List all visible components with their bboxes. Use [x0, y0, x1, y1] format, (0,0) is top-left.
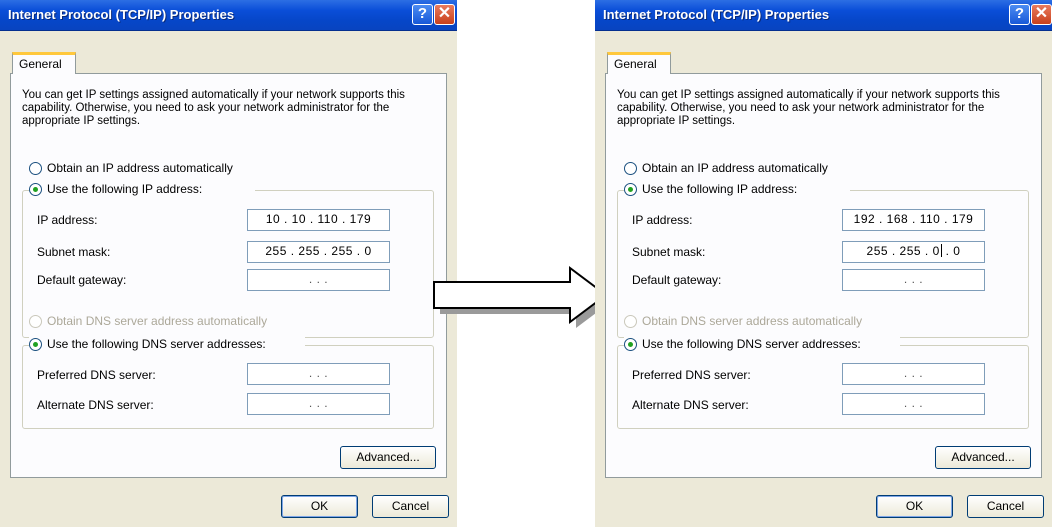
help-icon[interactable]: ?: [1009, 4, 1030, 25]
use-following-ip-label: Use the following IP address:: [642, 182, 798, 196]
use-following-ip-radio[interactable]: Use the following IP address:: [29, 182, 255, 198]
advanced-button[interactable]: Advanced...: [935, 446, 1031, 469]
radio-checked-icon: [29, 183, 42, 196]
use-following-dns-label: Use the following DNS server addresses:: [642, 337, 861, 351]
alternate-dns-label: Alternate DNS server:: [632, 398, 749, 412]
close-icon[interactable]: ✕: [1031, 4, 1052, 25]
subnet-mask-field[interactable]: 255 . 255 . 255 . 0: [247, 241, 390, 263]
tab-label: General: [19, 57, 62, 71]
title-bar[interactable]: Internet Protocol (TCP/IP) Properties ? …: [0, 0, 457, 31]
radio-unchecked-icon: [624, 162, 637, 175]
dialog-title: Internet Protocol (TCP/IP) Properties: [603, 7, 830, 22]
dns-group: [22, 345, 434, 429]
ip-address-field[interactable]: 10 . 10 . 110 . 179: [247, 209, 390, 231]
tab-general[interactable]: General: [12, 52, 76, 74]
alternate-dns-field[interactable]: . . .: [247, 393, 390, 415]
description-text: You can get IP settings assigned automat…: [617, 89, 1000, 127]
radio-unchecked-icon: [29, 162, 42, 175]
subnet-mask-label: Subnet mask:: [632, 245, 706, 259]
obtain-dns-auto-label: Obtain DNS server address automatically: [642, 314, 863, 328]
use-following-ip-label: Use the following IP address:: [47, 182, 203, 196]
preferred-dns-field[interactable]: . . .: [247, 363, 390, 385]
subnet-mask-text-end: . 0: [941, 244, 961, 258]
preferred-dns-label: Preferred DNS server:: [37, 368, 156, 382]
ip-address-label: IP address:: [37, 213, 98, 227]
radio-checked-icon: [624, 183, 637, 196]
obtain-ip-auto-label: Obtain an IP address automatically: [47, 161, 233, 175]
help-icon[interactable]: ?: [412, 4, 433, 25]
title-bar[interactable]: Internet Protocol (TCP/IP) Properties ? …: [595, 0, 1052, 31]
subnet-mask-label: Subnet mask:: [37, 245, 111, 259]
right-arrow-icon: [433, 266, 610, 328]
ip-address-label: IP address:: [632, 213, 693, 227]
radio-checked-icon: [29, 338, 42, 351]
preferred-dns-field[interactable]: . . .: [842, 363, 985, 385]
default-gateway-label: Default gateway:: [632, 273, 722, 287]
radio-checked-icon: [624, 338, 637, 351]
ip-address-field[interactable]: 192 . 168 . 110 . 179: [842, 209, 985, 231]
tab-general[interactable]: General: [607, 52, 671, 74]
preferred-dns-label: Preferred DNS server:: [632, 368, 751, 382]
use-following-dns-radio[interactable]: Use the following DNS server addresses:: [29, 337, 305, 353]
radio-disabled-icon: [29, 315, 42, 328]
tab-label: General: [614, 57, 657, 71]
default-gateway-field[interactable]: . . .: [842, 269, 985, 291]
dns-group: [617, 345, 1029, 429]
ok-button[interactable]: OK: [876, 495, 953, 518]
close-icon[interactable]: ✕: [434, 4, 455, 25]
tcpip-dialog-after: Internet Protocol (TCP/IP) Properties ? …: [595, 0, 1052, 527]
obtain-ip-auto-label: Obtain an IP address automatically: [642, 161, 828, 175]
use-following-ip-radio[interactable]: Use the following IP address:: [624, 182, 850, 198]
alternate-dns-label: Alternate DNS server:: [37, 398, 154, 412]
cancel-button[interactable]: Cancel: [372, 495, 449, 518]
default-gateway-field[interactable]: . . .: [247, 269, 390, 291]
obtain-dns-auto-label: Obtain DNS server address automatically: [47, 314, 268, 328]
cancel-button[interactable]: Cancel: [967, 495, 1044, 518]
description-text: You can get IP settings assigned automat…: [22, 89, 405, 127]
dialog-title: Internet Protocol (TCP/IP) Properties: [8, 7, 235, 22]
advanced-button[interactable]: Advanced...: [340, 446, 436, 469]
subnet-mask-field[interactable]: 255 . 255 . 0 . 0: [842, 241, 985, 263]
tcpip-dialog-before: Internet Protocol (TCP/IP) Properties ? …: [0, 0, 457, 527]
default-gateway-label: Default gateway:: [37, 273, 127, 287]
use-following-dns-radio[interactable]: Use the following DNS server addresses:: [624, 337, 900, 353]
subnet-mask-text: 255 . 255 . 0: [866, 244, 940, 258]
ok-button[interactable]: OK: [281, 495, 358, 518]
radio-disabled-icon: [624, 315, 637, 328]
alternate-dns-field[interactable]: . . .: [842, 393, 985, 415]
use-following-dns-label: Use the following DNS server addresses:: [47, 337, 266, 351]
